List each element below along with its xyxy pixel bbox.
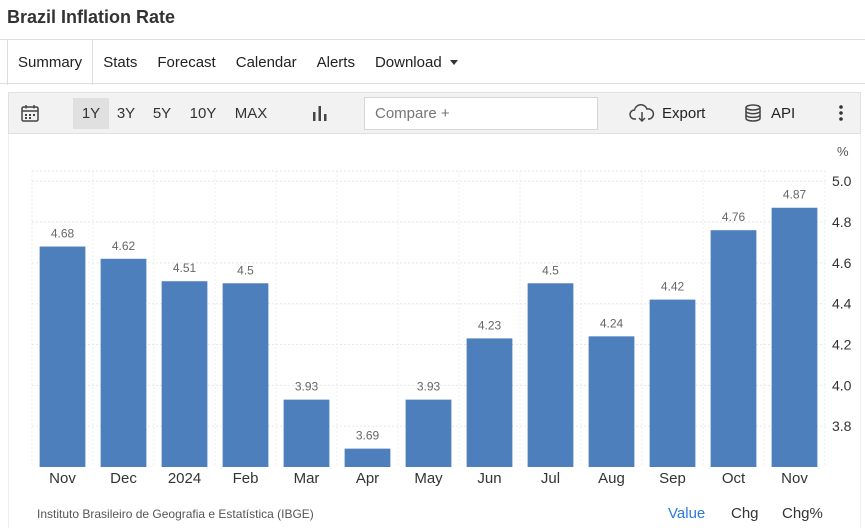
compare-input[interactable] <box>364 97 598 130</box>
y-tick-label: 4.8 <box>832 214 852 230</box>
x-tick-label: Apr <box>356 470 379 487</box>
bar-value-label: 4.51 <box>173 261 197 275</box>
tab-calendar[interactable]: Calendar <box>226 40 307 84</box>
bar <box>771 207 818 468</box>
tab-download-label: Download <box>374 53 442 71</box>
x-tick-label: Feb <box>233 470 259 487</box>
view-chg-button[interactable]: Chg <box>731 505 759 522</box>
tab-calendar-label: Calendar <box>235 53 297 71</box>
bar <box>405 399 452 467</box>
x-tick-label: Dec <box>110 470 137 487</box>
y-tick-label: 3.8 <box>832 418 852 434</box>
caret-down-icon <box>449 59 458 65</box>
x-tick-label: Jul <box>541 470 560 487</box>
x-tick-label: Aug <box>598 470 625 487</box>
x-tick-label: Oct <box>722 470 746 487</box>
bar-value-label: 4.68 <box>51 227 75 241</box>
source-label: Instituto Brasileiro de Geografia e Esta… <box>37 507 314 521</box>
api-button[interactable]: API <box>771 98 795 129</box>
bar-chart: 4.68 Nov 4.62 Dec 4.51 2024 4.5 Feb 3.93 Mar 3.69 A… <box>31 144 852 487</box>
x-tick-label: 2024 <box>168 470 201 487</box>
more-vertical-icon[interactable] <box>831 103 851 123</box>
bar <box>344 448 391 467</box>
bar <box>222 283 269 467</box>
range-10y-button[interactable]: 10Y <box>184 98 222 129</box>
cloud-download-icon[interactable] <box>629 103 655 123</box>
unit-label: % <box>837 144 849 159</box>
export-button[interactable]: Export <box>662 98 705 129</box>
range-3y-button[interactable]: 3Y <box>111 98 141 129</box>
tab-forecast[interactable]: Forecast <box>147 40 225 84</box>
bar-value-label: 3.93 <box>417 380 441 394</box>
tab-stats[interactable]: Stats <box>93 40 147 84</box>
bar <box>161 281 208 467</box>
bar-value-label: 4.76 <box>722 210 746 224</box>
bar <box>466 338 513 467</box>
range-1y-button[interactable]: 1Y <box>73 98 109 129</box>
chart-area: 4.68 Nov 4.62 Dec 4.51 2024 4.5 Feb 3.93 Mar 3.69 A… <box>0 134 865 528</box>
tab-download[interactable]: Download <box>365 40 468 84</box>
x-tick-label: Sep <box>659 470 686 487</box>
bar-value-label: 4.87 <box>783 188 807 202</box>
tab-forecast-label: Forecast <box>157 53 216 71</box>
x-tick-label: Nov <box>49 470 76 487</box>
bar-value-label: 4.42 <box>661 280 685 294</box>
y-tick-label: 4.2 <box>832 337 852 353</box>
bar-value-label: 3.93 <box>295 380 319 394</box>
range-max-button[interactable]: MAX <box>229 98 273 129</box>
tabs-divider <box>0 83 865 84</box>
bar-value-label: 4.24 <box>600 316 624 330</box>
bar <box>283 399 330 467</box>
tab-summary[interactable]: Summary <box>7 40 94 85</box>
bar <box>39 246 86 467</box>
page-title: Brazil Inflation Rate <box>7 7 176 27</box>
x-tick-label: Jun <box>477 470 501 487</box>
bar-value-label: 3.69 <box>356 429 380 443</box>
bar-chart-icon[interactable] <box>310 103 330 123</box>
bar-value-label: 4.5 <box>237 263 254 277</box>
y-tick-label: 4.6 <box>832 255 852 271</box>
y-tick-label: 4.0 <box>832 377 852 393</box>
tab-bar: Summary Stats Forecast Calendar Alerts D… <box>7 40 468 85</box>
x-tick-label: Mar <box>294 470 320 487</box>
view-value-button[interactable]: Value <box>668 505 705 522</box>
database-icon[interactable] <box>743 103 763 123</box>
bar <box>527 283 574 467</box>
bar-value-label: 4.23 <box>478 318 502 332</box>
x-tick-label: Nov <box>781 470 808 487</box>
range-5y-button[interactable]: 5Y <box>147 98 177 129</box>
x-tick-label: May <box>414 470 443 487</box>
y-tick-label: 5.0 <box>832 173 852 189</box>
y-tick-label: 4.4 <box>832 296 852 312</box>
bar-value-label: 4.62 <box>112 239 136 253</box>
view-chg-percent-button[interactable]: Chg% <box>782 505 823 522</box>
calendar-icon[interactable] <box>20 103 40 123</box>
bar-value-label: 4.5 <box>542 263 559 277</box>
tab-summary-label: Summary <box>18 54 83 71</box>
tab-stats-label: Stats <box>103 53 138 71</box>
chart-toolbar: 1Y 3Y 5Y 10Y MAX Export API <box>8 92 861 134</box>
bar <box>100 258 147 467</box>
bar <box>710 230 757 467</box>
bar <box>649 299 696 467</box>
bar <box>588 336 635 467</box>
tab-alerts[interactable]: Alerts <box>307 40 365 84</box>
tab-alerts-label: Alerts <box>316 53 355 71</box>
